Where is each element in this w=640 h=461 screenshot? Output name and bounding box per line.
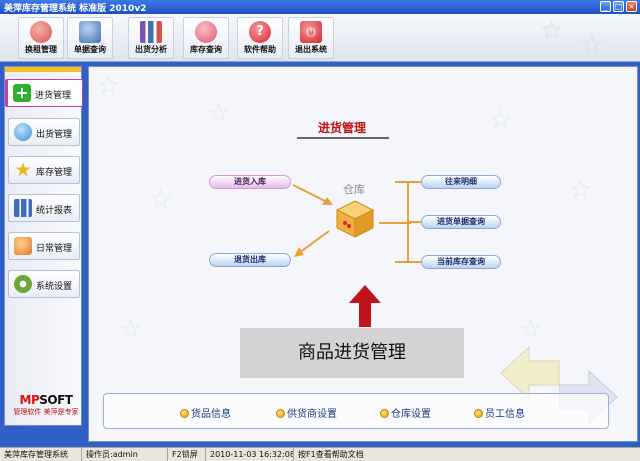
mpsoft-logo: MPSOFT 管理软件 美萍是专家	[11, 393, 81, 417]
sidebar-item-label: 日常管理	[36, 244, 73, 254]
page-title: 进货管理	[317, 121, 366, 135]
status-bar: 美萍库存管理系统 操作员:admin F2锁屏 2010-11-03 16:32…	[0, 447, 640, 461]
warehouse-label: 仓库	[343, 183, 365, 196]
bar-chart-icon	[140, 21, 162, 43]
sidebar-item-purchase[interactable]: + 进货管理	[5, 79, 83, 107]
sidebar-item-label: 库存管理	[36, 168, 73, 178]
exit-icon: ⏻	[300, 21, 322, 43]
bullet-icon	[276, 409, 285, 418]
sidebar-item-label: 出货管理	[36, 130, 73, 140]
window-titlebar: 美萍库存管理系统 标准版 2010v2 _ □ ×	[0, 0, 640, 14]
toolbar-button-label: 退出系统	[295, 45, 327, 54]
toolbar-button-label: 库存查询	[190, 45, 222, 54]
background-star-icon: ☆	[519, 315, 543, 345]
return-out-button[interactable]: 退货出库	[209, 253, 291, 267]
transaction-detail-button[interactable]: 往来明细	[421, 175, 501, 189]
supplier-settings-link[interactable]: 供货商设置	[276, 405, 337, 420]
settings-icon	[14, 275, 32, 293]
feature-banner: 商品进货管理	[240, 328, 464, 378]
sidebar-accent-band	[5, 67, 81, 72]
background-star-icon: ☆	[489, 105, 513, 135]
sidebar-item-label: 进货管理	[35, 91, 72, 101]
title-underline	[297, 137, 389, 139]
warehouse-settings-label: 仓库设置	[391, 409, 431, 420]
maximize-button[interactable]: □	[613, 1, 624, 12]
daily-icon	[14, 237, 32, 255]
window-title: 美萍库存管理系统 标准版 2010v2	[4, 4, 147, 14]
purchase-in-button[interactable]: 进货入库	[209, 175, 291, 189]
main-panel: ☆ ☆ ☆ ☆ ☆ ☆ ☆ 进货管理 进货入库 退货出库 仓库 往来明细 进货单…	[88, 66, 638, 442]
status-help-hint: 按F1查看帮助文档	[298, 450, 364, 459]
background-star-icon: ☆	[149, 185, 173, 215]
sidebar-item-inventory[interactable]: ★ 库存管理	[8, 156, 80, 184]
sidebar-item-settings[interactable]: 系统设置	[8, 270, 80, 298]
logo-tagline: 管理软件 美萍是专家	[13, 408, 79, 416]
sidebar-item-shipment[interactable]: 出货管理	[8, 118, 80, 146]
stock-icon	[195, 21, 217, 43]
users-icon	[30, 21, 52, 43]
toolbar-button-exit[interactable]: ⏻ 退出系统	[288, 17, 334, 59]
purchase-document-query-button[interactable]: 进货单据查询	[421, 215, 501, 229]
background-star-icon: ☆	[207, 99, 231, 129]
warehouse-settings-link[interactable]: 仓库设置	[380, 405, 431, 420]
sidebar-item-daily[interactable]: 日常管理	[8, 232, 80, 260]
toolbar-button-help[interactable]: ? 软件帮助	[237, 17, 283, 59]
shipping-icon	[14, 123, 32, 141]
toolbar-button-label: 单据查询	[74, 45, 106, 54]
toolbar-button-label: 换租管理	[25, 45, 57, 54]
logo-brand-prefix: MP	[19, 393, 40, 407]
toolbar-button-rental[interactable]: 换租管理	[18, 17, 64, 59]
document-search-icon	[79, 21, 101, 43]
toolbar-button-shipment-analysis[interactable]: 出货分析	[128, 17, 174, 59]
background-star-icon: ☆	[97, 71, 121, 101]
bullet-icon	[474, 409, 483, 418]
background-star-icon: ☆	[580, 30, 604, 60]
status-datetime: 2010-11-03 16:32:08	[206, 448, 294, 461]
status-operator: 操作员:admin	[82, 448, 168, 461]
toolbar-button-document-query[interactable]: 单据查询	[67, 17, 113, 59]
plus-icon: +	[13, 84, 31, 102]
status-lock-hint: F2锁屏	[168, 448, 206, 461]
toolbar-button-stock-query[interactable]: 库存查询	[183, 17, 229, 59]
sidebar-item-reports[interactable]: 统计报表	[8, 194, 80, 222]
close-button[interactable]: ×	[626, 1, 637, 12]
staff-info-link[interactable]: 员工信息	[474, 405, 525, 420]
goods-info-link[interactable]: 货品信息	[180, 405, 231, 420]
supplier-settings-label: 供货商设置	[287, 409, 337, 420]
background-star-icon: ☆	[540, 16, 564, 46]
minimize-button[interactable]: _	[600, 1, 611, 12]
toolbar: 换租管理 单据查询 出货分析 库存查询 ? 软件帮助 ⏻ 退出系统 ☆ ☆	[0, 14, 640, 62]
warehouse-box-icon	[335, 200, 375, 238]
quick-links-bar: 货品信息 供货商设置 仓库设置 员工信息	[103, 393, 609, 429]
background-star-icon: ☆	[569, 175, 593, 205]
sidebar: + 进货管理 出货管理 ★ 库存管理 统计报表 日常管理 系统设置 MPSOFT…	[4, 66, 83, 426]
sidebar-item-label: 系统设置	[36, 282, 73, 292]
toolbar-button-label: 软件帮助	[244, 45, 276, 54]
background-star-icon: ☆	[119, 315, 143, 345]
bullet-icon	[180, 409, 189, 418]
current-stock-query-button[interactable]: 当前库存查询	[421, 255, 501, 269]
toolbar-button-label: 出货分析	[135, 45, 167, 54]
bullet-icon	[380, 409, 389, 418]
goods-info-label: 货品信息	[191, 409, 231, 420]
help-icon: ?	[249, 21, 271, 43]
report-icon	[14, 199, 32, 217]
star-icon: ★	[14, 159, 32, 181]
sidebar-item-label: 统计报表	[36, 206, 73, 216]
logo-brand-suffix: SOFT	[39, 393, 73, 407]
status-app-name: 美萍库存管理系统	[0, 448, 82, 461]
staff-info-label: 员工信息	[485, 409, 525, 420]
red-up-arrow-icon	[349, 285, 381, 327]
